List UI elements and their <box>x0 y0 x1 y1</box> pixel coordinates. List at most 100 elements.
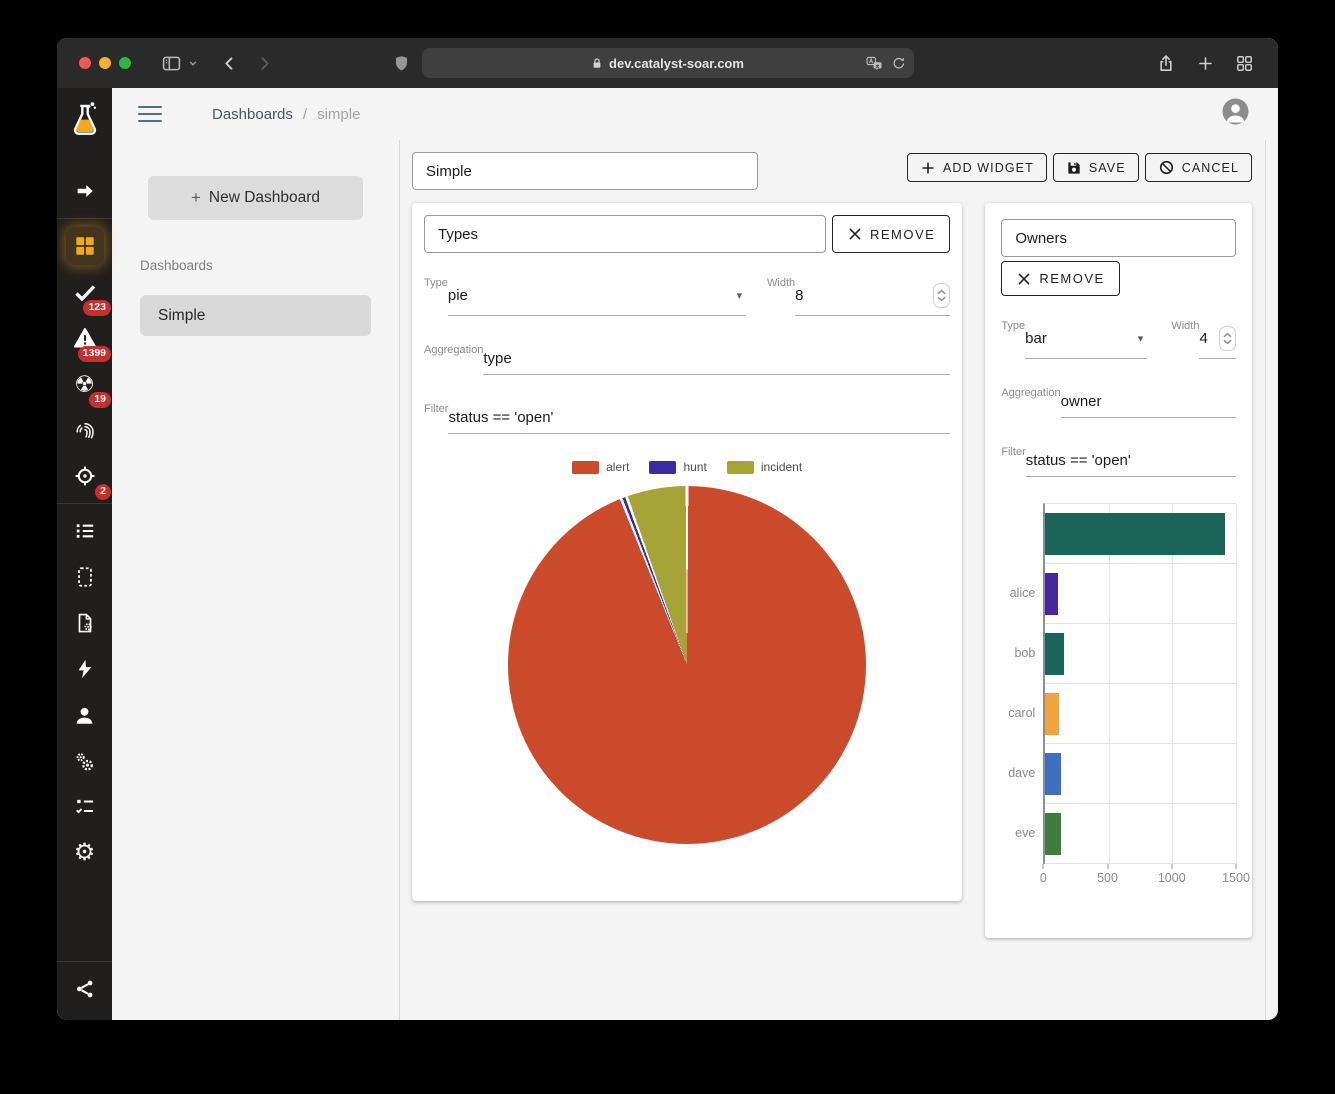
number-spinner[interactable] <box>1219 326 1236 351</box>
user-avatar[interactable] <box>1222 98 1249 130</box>
cancel-button[interactable]: CANCEL <box>1145 153 1252 182</box>
flask-logo-icon[interactable] <box>57 94 112 146</box>
pie-chart <box>508 486 866 844</box>
close-window-button[interactable] <box>79 57 91 69</box>
tab-overview-icon[interactable] <box>1235 54 1254 73</box>
axis-tick <box>1043 864 1044 869</box>
chevron-down-icon[interactable] <box>186 56 200 70</box>
legend-item[interactable]: alert <box>572 460 629 474</box>
bar <box>1045 513 1224 555</box>
bar-row <box>1045 684 1236 744</box>
forward-icon[interactable] <box>255 54 274 73</box>
widget-cards: REMOVE Type pie ▾ Width <box>412 203 1252 938</box>
sidebar-toggle-icon[interactable] <box>161 53 182 74</box>
dashboard-list-item-simple[interactable]: Simple <box>140 295 371 336</box>
remove-widget-button[interactable]: REMOVE <box>832 215 950 253</box>
back-icon[interactable] <box>220 54 239 73</box>
legend-item[interactable]: incident <box>727 460 802 474</box>
widget-title-input[interactable] <box>424 215 826 253</box>
bar-category-label: dave <box>1001 743 1043 803</box>
widget-aggregation-input[interactable]: Aggregation type <box>424 344 950 375</box>
zoom-window-button[interactable] <box>119 57 131 69</box>
bar-row <box>1045 564 1236 624</box>
widget-width-value: 8 <box>795 287 803 304</box>
widget-width-input[interactable]: Width 8 <box>767 277 950 316</box>
share-nodes-icon[interactable] <box>57 966 112 1012</box>
app-icon-rail: 123 1399 ☢ 19 <box>57 88 112 1020</box>
warning-triangle-icon[interactable]: 1399 <box>57 315 112 361</box>
axis-tick <box>1171 864 1172 869</box>
widget-title-input[interactable] <box>1001 219 1236 257</box>
widget-filter-value: status == 'open' <box>448 403 950 434</box>
fingerprint-icon[interactable] <box>57 407 112 453</box>
widget-type-select[interactable]: Type bar ▾ <box>1001 320 1147 359</box>
axis-tick-label: 0 <box>1040 871 1047 885</box>
gears-icon[interactable] <box>57 738 112 784</box>
bar-plot <box>1043 503 1236 864</box>
radiation-icon[interactable]: ☢ 19 <box>57 361 112 407</box>
checklist-icon[interactable] <box>57 784 112 830</box>
dashboard-name-input[interactable] <box>412 152 758 190</box>
new-dashboard-button[interactable]: + New Dashboard <box>148 176 363 220</box>
widget-card-owners: REMOVE Type bar ▾ Width 4 <box>985 203 1252 938</box>
chevron-down-icon: ▾ <box>736 289 746 302</box>
breadcrumb: Dashboards / simple <box>212 106 360 123</box>
widget-width-value: 4 <box>1199 330 1207 347</box>
widget-aggregation-value: type <box>483 344 950 375</box>
rail-divider <box>57 961 112 962</box>
bar <box>1045 813 1060 855</box>
targets-badge: 2 <box>95 484 111 500</box>
dashboards-section-label: Dashboards <box>140 258 371 273</box>
toolbar-buttons: ADD WIDGET SAVE CANCEL <box>907 153 1252 182</box>
legend-label: hunt <box>683 460 706 474</box>
widget-type-select[interactable]: Type pie ▾ <box>424 277 746 316</box>
titlebar-right-actions <box>1156 53 1254 74</box>
list-icon[interactable] <box>57 508 112 554</box>
lock-icon <box>591 57 603 70</box>
add-widget-label: ADD WIDGET <box>943 161 1034 175</box>
pie-legend: alert hunt incident <box>424 460 950 474</box>
gridline <box>1236 504 1237 864</box>
widget-aggregation-input[interactable]: Aggregation owner <box>1001 387 1236 418</box>
bar-plotwrap: 050010001500 <box>1043 503 1236 890</box>
breadcrumb-dashboards[interactable]: Dashboards <box>212 106 293 123</box>
plus-icon: + <box>191 188 201 208</box>
minimize-window-button[interactable] <box>99 57 111 69</box>
app-header: Dashboards / simple <box>112 88 1278 140</box>
widget-width-input[interactable]: Width 4 <box>1171 320 1236 359</box>
arrow-right-icon[interactable] <box>57 168 112 214</box>
gear-icon[interactable]: ⚙ <box>57 830 112 876</box>
add-widget-button[interactable]: ADD WIDGET <box>907 153 1047 182</box>
bar-row <box>1045 624 1236 684</box>
reload-icon[interactable] <box>891 56 906 71</box>
check-icon[interactable]: 123 <box>57 269 112 315</box>
widget-filter-input[interactable]: Filter status == 'open' <box>1001 446 1236 477</box>
number-spinner[interactable] <box>933 283 950 308</box>
file-gear-icon[interactable] <box>57 600 112 646</box>
remove-widget-button[interactable]: REMOVE <box>1001 261 1119 296</box>
remove-label: REMOVE <box>870 227 935 242</box>
url-bar[interactable]: dev.catalyst-soar.com <box>422 48 914 78</box>
shield-icon[interactable] <box>392 53 411 74</box>
hamburger-menu-icon[interactable] <box>138 106 162 123</box>
dashboard-grid-icon[interactable] <box>57 223 112 269</box>
bar-row <box>1045 804 1236 864</box>
legend-item[interactable]: hunt <box>649 460 706 474</box>
url-text: dev.catalyst-soar.com <box>609 56 744 71</box>
bar-category-label: alice <box>1001 563 1043 623</box>
widget-filter-input[interactable]: Filter status == 'open' <box>424 403 950 434</box>
editor-toolbar: ADD WIDGET SAVE CANCEL <box>412 152 1252 190</box>
save-button[interactable]: SAVE <box>1053 153 1139 182</box>
crosshair-icon[interactable]: 2 <box>57 453 112 499</box>
lightning-icon[interactable] <box>57 646 112 692</box>
share-icon[interactable] <box>1156 53 1176 74</box>
widget-filter-value: status == 'open' <box>1026 446 1236 477</box>
alerts-badge: 1399 <box>78 346 111 362</box>
bar-ylabels: alicebobcaroldaveeve <box>1001 503 1043 890</box>
translate-icon[interactable] <box>866 56 883 71</box>
new-tab-icon[interactable] <box>1196 54 1215 73</box>
axis-tick <box>1107 864 1108 869</box>
person-icon[interactable] <box>57 692 112 738</box>
widget-type-value: pie <box>448 287 468 304</box>
file-dashed-icon[interactable] <box>57 554 112 600</box>
